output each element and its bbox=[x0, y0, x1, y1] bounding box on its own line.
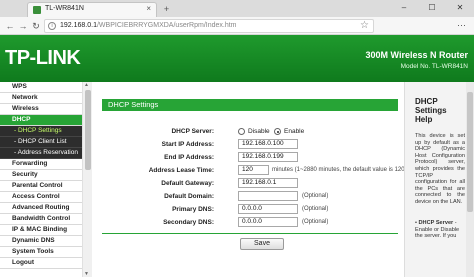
close-window-icon[interactable]: ✕ bbox=[446, 0, 474, 17]
main-content: DHCP Settings DHCP Server: Disable Enabl… bbox=[92, 82, 407, 277]
lease-time-row: Address Lease Time: 120 minutes (1~2880 … bbox=[92, 165, 407, 176]
sidebar-item-wps[interactable]: WPS bbox=[0, 82, 82, 93]
sidebar-menu: WPS Network Wireless DHCP - DHCP Settings - D… bbox=[0, 82, 82, 277]
primary-dns-optional-hint: (Optional) bbox=[302, 206, 329, 212]
sidebar-item-logout[interactable]: Logout bbox=[0, 258, 82, 269]
dhcp-server-row: DHCP Server: Disable Enable bbox=[92, 126, 404, 137]
end-ip-label: End IP Address: bbox=[164, 154, 214, 161]
model-title: 300M Wireless N Router bbox=[365, 50, 468, 60]
sidebar-item-address-reservation[interactable]: - Address Reservation bbox=[0, 148, 82, 159]
sidebar-item-access-control[interactable]: Access Control bbox=[0, 192, 82, 203]
scrollbar-thumb[interactable] bbox=[85, 90, 91, 170]
tp-link-logo: TP-LINK bbox=[5, 47, 81, 69]
browser-tab-bar: TL-WR841N × + – ☐ ✕ bbox=[0, 0, 474, 17]
primary-dns-input[interactable]: 0.0.0.0 bbox=[238, 204, 298, 214]
sidebar-item-bandwidth-control[interactable]: Bandwidth Control bbox=[0, 214, 82, 225]
url-input[interactable]: i 192.168.0.1/WBPICIEBRRYGMXDA/userRpm/I… bbox=[44, 19, 374, 33]
sidebar-item-dhcp-client-list[interactable]: - DHCP Client List bbox=[0, 137, 82, 148]
dhcp-enable-label: Enable bbox=[284, 128, 305, 135]
forward-icon[interactable]: → bbox=[17, 20, 29, 32]
primary-dns-row: Primary DNS: 0.0.0.0 (Optional) bbox=[92, 204, 404, 215]
secondary-dns-input[interactable]: 0.0.0.0 bbox=[238, 217, 298, 227]
window-controls: – ☐ ✕ bbox=[390, 0, 474, 17]
dhcp-server-label: DHCP Server: bbox=[171, 128, 214, 135]
scroll-down-icon[interactable]: ▼ bbox=[84, 271, 89, 277]
sidebar-item-security[interactable]: Security bbox=[0, 170, 82, 181]
url-text: 192.168.0.1/WBPICIEBRRYGMXDA/userRpm/Ind… bbox=[60, 22, 237, 29]
start-ip-input[interactable]: 192.168.0.100 bbox=[238, 139, 298, 149]
refresh-icon[interactable]: ↻ bbox=[30, 20, 42, 32]
sidebar-item-dhcp[interactable]: DHCP bbox=[0, 115, 82, 126]
end-ip-input[interactable]: 192.168.0.199 bbox=[238, 152, 298, 162]
help-bullet: • DHCP Server - Enable or Disable the se… bbox=[415, 220, 460, 240]
dhcp-disable-radio[interactable] bbox=[238, 128, 245, 135]
gateway-input[interactable]: 192.168.0.1 bbox=[238, 178, 298, 188]
url-path: /WBPICIEBRRYGMXDA/userRpm/Index.htm bbox=[96, 22, 237, 29]
start-ip-label: Start IP Address: bbox=[161, 141, 214, 148]
sidebar-item-system-tools[interactable]: System Tools bbox=[0, 247, 82, 258]
router-header: TP-LINK 300M Wireless N Router Model No.… bbox=[0, 35, 474, 82]
save-button[interactable]: Save bbox=[240, 238, 284, 250]
sidebar-item-dhcp-settings[interactable]: - DHCP Settings bbox=[0, 126, 82, 137]
domain-label: Default Domain: bbox=[164, 193, 214, 200]
secondary-dns-label: Secondary DNS: bbox=[163, 219, 214, 226]
scroll-up-icon[interactable]: ▲ bbox=[84, 82, 89, 88]
help-scrollbar[interactable] bbox=[466, 82, 474, 277]
start-ip-row: Start IP Address: 192.168.0.100 bbox=[92, 139, 404, 150]
help-bullet-term: DHCP Server bbox=[418, 220, 454, 226]
secondary-dns-optional-hint: (Optional) bbox=[302, 219, 329, 225]
info-icon[interactable]: i bbox=[48, 22, 56, 30]
page-title: DHCP Settings bbox=[102, 99, 398, 111]
minimize-icon[interactable]: – bbox=[390, 0, 418, 17]
sidebar-item-ip-mac-binding[interactable]: IP & MAC Binding bbox=[0, 225, 82, 236]
maximize-icon[interactable]: ☐ bbox=[418, 0, 446, 17]
form-divider bbox=[102, 233, 398, 234]
sidebar-item-forwarding[interactable]: Forwarding bbox=[0, 159, 82, 170]
lease-time-label: Address Lease Time: bbox=[148, 167, 214, 174]
lease-time-input[interactable]: 120 bbox=[238, 165, 269, 175]
help-scrollbar-thumb[interactable] bbox=[467, 92, 473, 212]
domain-row: Default Domain: (Optional) bbox=[92, 191, 404, 202]
url-host: 192.168.0.1 bbox=[60, 22, 97, 29]
lease-time-hint: minutes (1~2880 minutes, the default val… bbox=[272, 167, 407, 173]
browser-tab[interactable]: TL-WR841N × bbox=[27, 2, 157, 17]
model-number: Model No. TL-WR841N bbox=[400, 63, 468, 70]
tab-title: TL-WR841N bbox=[45, 5, 84, 12]
sidebar-scrollbar[interactable]: ▲ ▼ bbox=[82, 82, 92, 277]
menu-icon[interactable]: ⋯ bbox=[457, 20, 466, 31]
sidebar-item-wireless[interactable]: Wireless bbox=[0, 104, 82, 115]
secondary-dns-row: Secondary DNS: 0.0.0.0 (Optional) bbox=[92, 217, 404, 228]
gateway-row: Default Gateway: 192.168.0.1 bbox=[92, 178, 404, 189]
tab-close-icon[interactable]: × bbox=[146, 4, 151, 13]
help-title: DHCP Settings Help bbox=[415, 97, 447, 124]
help-body: This device is set up by default as a DH… bbox=[415, 133, 465, 205]
sidebar-item-dynamic-dns[interactable]: Dynamic DNS bbox=[0, 236, 82, 247]
new-tab-icon[interactable]: + bbox=[160, 4, 173, 15]
primary-dns-label: Primary DNS: bbox=[172, 206, 214, 213]
bookmark-star-icon[interactable]: ☆ bbox=[360, 20, 369, 31]
end-ip-row: End IP Address: 192.168.0.199 bbox=[92, 152, 404, 163]
dhcp-enable-radio[interactable] bbox=[274, 128, 281, 135]
back-icon[interactable]: ← bbox=[4, 20, 16, 32]
domain-optional-hint: (Optional) bbox=[302, 193, 329, 199]
domain-input[interactable] bbox=[238, 191, 298, 201]
dhcp-disable-label: Disable bbox=[248, 128, 270, 135]
help-panel: DHCP Settings Help This device is set up… bbox=[404, 82, 474, 277]
sidebar-item-advanced-routing[interactable]: Advanced Routing bbox=[0, 203, 82, 214]
sidebar-item-parental-control[interactable]: Parental Control bbox=[0, 181, 82, 192]
sidebar-item-network[interactable]: Network bbox=[0, 93, 82, 104]
gateway-label: Default Gateway: bbox=[161, 180, 214, 187]
favicon-icon bbox=[33, 6, 41, 14]
address-bar: ← → ↻ i 192.168.0.1/WBPICIEBRRYGMXDA/use… bbox=[0, 17, 474, 35]
